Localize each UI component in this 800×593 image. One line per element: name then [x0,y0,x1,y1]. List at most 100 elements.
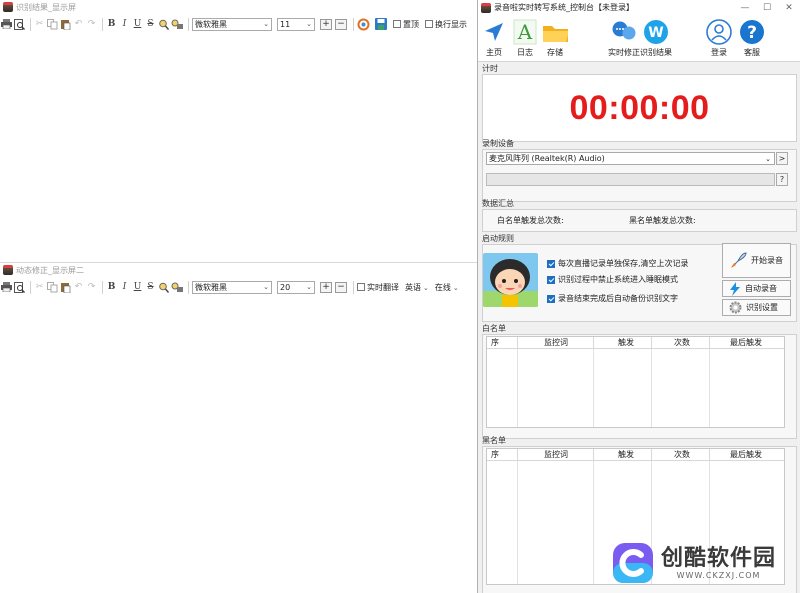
col-keyword[interactable]: 监控词 [518,337,594,348]
main-toolbar: 主页 A 日志 存储 实时修正 W 识别结果 登录 ? 客服 [478,15,800,62]
minimize-icon[interactable]: — [734,3,756,13]
redo-icon[interactable]: ↷ [86,17,97,31]
realtime-translate-checkbox[interactable]: 实时翻译 [357,282,399,293]
col-count[interactable]: 次数 [652,449,710,460]
language-select[interactable]: 英语 ⌄ [405,282,429,293]
paste-icon[interactable] [60,280,71,294]
text-display-area[interactable] [0,297,477,591]
font-size-select[interactable]: 11 ⌄ [277,17,315,31]
toolbar-divider [102,280,103,294]
mascot-avatar [483,253,538,307]
option-prevent-sleep[interactable]: 识别过程中禁止系统进入睡眠模式 [547,274,678,285]
recognition-settings-button[interactable]: 识别设置 [722,299,791,316]
redo-icon[interactable]: ↷ [86,280,97,294]
undo-icon[interactable]: ↶ [73,17,84,31]
display-window-2: 动态修正_显示屏二 ✂ ↶ ↷ B I U S 微软雅黑 ⌄ 20 ⌄ + − 实时… [0,262,477,593]
font-name-select[interactable]: 微软雅黑 ⌄ [192,17,272,31]
option-auto-backup[interactable]: 录音结束完成后自动备份识别文字 [547,293,678,304]
italic-button[interactable]: I [119,280,130,294]
font-name-select[interactable]: 微软雅黑 ⌄ [192,280,272,294]
copy-icon[interactable] [47,17,58,31]
mode-select[interactable]: 在线 ⌄ [435,282,459,293]
realtime-correct-button[interactable]: 实时修正 [608,18,640,58]
cut-icon[interactable]: ✂ [34,17,45,31]
replace-icon[interactable] [171,280,183,294]
device-help-button[interactable]: ? [776,173,788,186]
col-trigger[interactable]: 触发 [594,449,652,460]
rocket-icon [729,251,747,270]
customer-service-button[interactable]: ? 客服 [739,18,765,58]
timer-display: 00:00:00 [482,74,797,142]
start-recording-button[interactable]: 开始录音 [722,243,791,278]
blacklist-label: 黑名单 [482,436,506,445]
device-more-button[interactable]: > [776,152,788,165]
checkbox-checked [547,294,555,303]
whitelist-count-label: 白名单触发总次数: [497,216,564,225]
timer-group: 计时 00:00:00 [482,63,797,142]
undo-icon[interactable]: ↶ [73,280,84,294]
font-decrease-button[interactable]: − [335,18,347,30]
wrap-display-checkbox[interactable]: 换行显示 [425,19,467,30]
save-button[interactable]: 存储 [542,18,568,58]
log-button[interactable]: A 日志 [512,18,538,58]
title-bar: 动态修正_显示屏二 [0,263,477,277]
font-size-select[interactable]: 20 ⌄ [277,280,315,294]
audio-level-bar [486,173,775,186]
replace-icon[interactable] [171,17,183,31]
toolbar-divider [30,17,31,31]
navigation-arrow-icon [481,18,507,46]
home-button[interactable]: 主页 [481,18,507,58]
save-icon[interactable] [375,17,387,31]
window-title: 动态修正_显示屏二 [16,265,84,275]
chat-bubbles-icon [611,18,637,46]
underline-button[interactable]: U [132,280,143,294]
option-save-separately[interactable]: 每次直播记录单独保存,清空上次记录 [547,258,689,269]
refresh-icon[interactable] [357,17,370,31]
font-decrease-button[interactable]: − [335,281,347,293]
col-index[interactable]: 序 [487,449,518,460]
whitelist-table[interactable]: 序 监控词 触发 次数 最后触发 [486,336,785,428]
print-icon[interactable] [1,17,12,31]
strikethrough-button[interactable]: S [145,17,156,31]
recognition-result-button[interactable]: W 识别结果 [640,18,672,58]
display-window-1: 识别结果_显示屏 ✂ ↶ ↷ B I U S 微软雅黑 ⌄ 11 ⌄ + − 置顶 … [0,0,477,260]
close-icon[interactable]: ✕ [778,3,800,13]
pin-top-checkbox[interactable]: 置顶 [393,19,419,30]
print-icon[interactable] [1,280,12,294]
watermark-url: WWW.CKZXJ.COM [676,570,761,580]
whitelist-label: 白名单 [482,324,506,333]
col-count[interactable]: 次数 [652,337,710,348]
device-group: 录制设备 [482,138,797,202]
console-title-bar: 录音啦实时转写系统_控制台【未登录】 — ☐ ✕ [478,0,800,15]
timer-group-label: 计时 [482,64,498,73]
find-icon[interactable] [158,280,169,294]
paste-icon[interactable] [60,17,71,31]
svg-text:A: A [517,20,533,44]
recording-device-select[interactable]: 麦克风阵列 (Realtek(R) Audio) ⌄ [486,152,775,165]
cut-icon[interactable]: ✂ [34,280,45,294]
watermark-name: 创酷软件园 [661,545,777,571]
stats-group-label: 数据汇总 [482,199,514,208]
find-icon[interactable] [158,17,169,31]
copy-icon[interactable] [47,280,58,294]
watermark: 创酷软件园 WWW.CKZXJ.COM [612,542,776,584]
col-last-trigger[interactable]: 最后触发 [710,337,784,348]
underline-button[interactable]: U [132,17,143,31]
login-button[interactable]: 登录 [706,18,732,58]
col-trigger[interactable]: 触发 [594,337,652,348]
col-index[interactable]: 序 [487,337,518,348]
auto-recording-button[interactable]: 自动录音 [722,280,791,297]
font-increase-button[interactable]: + [320,18,332,30]
toolbar-divider [102,17,103,31]
maximize-icon[interactable]: ☐ [756,3,778,13]
font-increase-button[interactable]: + [320,281,332,293]
print-preview-icon[interactable] [14,280,25,294]
strikethrough-button[interactable]: S [145,280,156,294]
col-keyword[interactable]: 监控词 [518,449,594,460]
print-preview-icon[interactable] [14,17,25,31]
col-last-trigger[interactable]: 最后触发 [710,449,784,460]
text-display-area[interactable] [0,34,477,258]
bold-button[interactable]: B [106,17,117,31]
italic-button[interactable]: I [119,17,130,31]
bold-button[interactable]: B [106,280,117,294]
